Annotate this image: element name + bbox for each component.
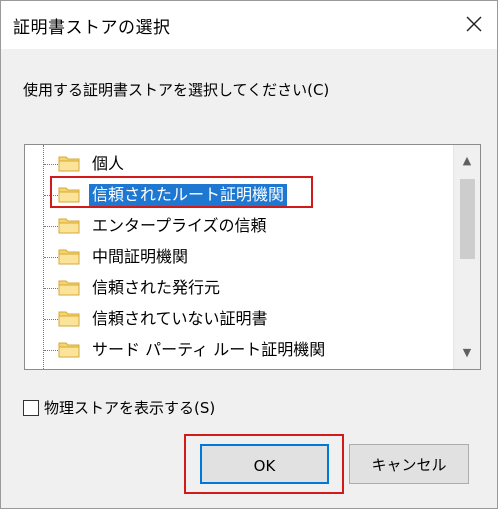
instruction-text: 使用する証明書ストアを選択してください(C): [23, 81, 330, 99]
folder-icon: [58, 278, 80, 296]
tree-item-label: サード パーティ ルート証明機関: [92, 340, 326, 359]
tree-branch-line: [44, 257, 58, 258]
tree-item[interactable]: サード パーティ ルート証明機関: [25, 335, 453, 365]
tree-items: 個人信頼されたルート証明機関 エンタープライズの信頼 中間証明機関信頼された発行元信…: [25, 145, 453, 369]
tree-item-label: 信頼された発行元: [92, 278, 221, 297]
tree-item-label: 個人: [92, 154, 125, 173]
folder-icon: [58, 309, 80, 327]
ok-button[interactable]: OK: [200, 444, 329, 484]
tree-branch-line: [44, 350, 58, 351]
tree-item[interactable]: 信頼された発行元: [25, 273, 453, 303]
dialog-title: 証明書ストアの選択: [13, 18, 171, 38]
close-button[interactable]: [459, 9, 489, 39]
tree-branch-line: [44, 164, 58, 165]
tree-branch-line: [44, 195, 58, 196]
cancel-button[interactable]: キャンセル: [349, 444, 469, 484]
tree-item-label: 中間証明機関: [92, 247, 189, 266]
tree-branch-line: [44, 226, 58, 227]
folder-icon: [58, 340, 80, 358]
tree-item-label: 信頼されたルート証明機関: [89, 184, 288, 206]
vertical-scrollbar[interactable]: ▲ ▼: [453, 145, 480, 369]
scroll-up-arrow-icon[interactable]: ▲: [454, 149, 480, 173]
folder-icon: [58, 185, 80, 203]
tree-item[interactable]: 中間証明機関: [25, 242, 453, 272]
show-physical-stores-checkbox[interactable]: [23, 400, 39, 416]
close-icon: [466, 16, 482, 32]
tree-item[interactable]: 信頼されたルート証明機関: [25, 180, 453, 210]
folder-icon: [58, 216, 80, 234]
show-physical-stores-label[interactable]: 物理ストアを表示する(S): [44, 397, 215, 419]
folder-icon: [58, 247, 80, 265]
tree-item[interactable]: 個人: [25, 149, 453, 179]
tree-branch-line: [44, 288, 58, 289]
folder-icon: [58, 154, 80, 172]
title-bar: 証明書ストアの選択: [1, 1, 497, 49]
tree-item-label: 信頼されていない証明書: [92, 309, 268, 328]
tree-item-label: エンタープライズの信頼: [92, 216, 267, 235]
select-certificate-store-dialog: 証明書ストアの選択 使用する証明書ストアを選択してください(C) 個人信頼された…: [0, 0, 498, 509]
certificate-store-tree[interactable]: 個人信頼されたルート証明機関 エンタープライズの信頼 中間証明機関信頼された発行元信…: [24, 144, 481, 370]
tree-item[interactable]: エンタープライズの信頼: [25, 211, 453, 241]
scroll-down-arrow-icon[interactable]: ▼: [454, 341, 480, 365]
tree-item[interactable]: 信頼されていない証明書: [25, 304, 453, 334]
scroll-thumb[interactable]: [460, 179, 475, 259]
tree-branch-line: [44, 319, 58, 320]
